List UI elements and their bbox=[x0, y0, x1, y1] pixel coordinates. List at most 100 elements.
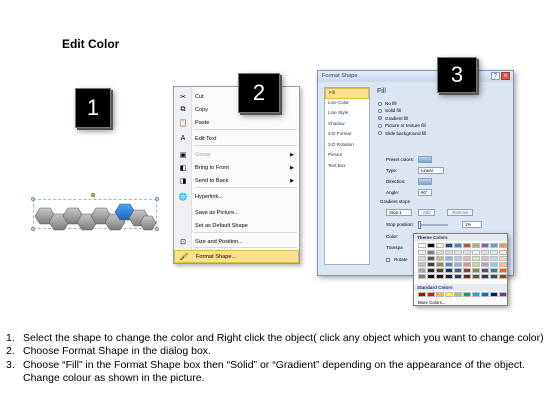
color-swatch[interactable] bbox=[445, 243, 453, 248]
stop-select[interactable]: Stop 1 bbox=[386, 209, 412, 216]
radio-icon[interactable] bbox=[378, 108, 382, 113]
color-swatch[interactable] bbox=[463, 292, 471, 297]
color-swatch[interactable] bbox=[481, 262, 489, 267]
color-swatch[interactable] bbox=[499, 268, 507, 273]
close-button[interactable]: ✕ bbox=[501, 72, 510, 80]
color-swatch[interactable] bbox=[427, 243, 435, 248]
color-swatch[interactable] bbox=[499, 262, 507, 267]
color-swatch[interactable] bbox=[472, 274, 480, 279]
context-menu-item[interactable]: 🖌 Format Shape... bbox=[174, 250, 299, 263]
color-swatch[interactable] bbox=[445, 250, 453, 255]
color-swatch[interactable] bbox=[454, 243, 462, 248]
color-swatch[interactable] bbox=[454, 262, 462, 267]
context-menu-item[interactable]: 🌐 Hyperlink... bbox=[174, 190, 299, 203]
stop-position-input[interactable]: 1% bbox=[461, 221, 482, 228]
add-stop-button[interactable]: Add bbox=[418, 209, 436, 216]
color-swatch[interactable] bbox=[499, 292, 507, 297]
color-swatch[interactable] bbox=[490, 243, 498, 248]
color-swatch[interactable] bbox=[490, 268, 498, 273]
color-swatch[interactable] bbox=[436, 250, 444, 255]
nav-item[interactable]: Line Style bbox=[325, 109, 369, 120]
rotation-handle[interactable] bbox=[91, 193, 95, 197]
nav-item[interactable]: Line Color bbox=[325, 99, 369, 110]
radio-icon[interactable] bbox=[378, 131, 382, 136]
radio-icon[interactable] bbox=[378, 116, 382, 121]
color-swatch[interactable] bbox=[445, 274, 453, 279]
fill-option[interactable]: Slide background fill bbox=[378, 131, 426, 136]
color-swatch[interactable] bbox=[418, 243, 426, 248]
color-swatch[interactable] bbox=[499, 250, 507, 255]
color-swatch[interactable] bbox=[427, 250, 435, 255]
color-swatch[interactable] bbox=[472, 262, 480, 267]
slider-knob[interactable] bbox=[417, 220, 421, 229]
color-swatch[interactable] bbox=[463, 274, 471, 279]
stop-position-slider[interactable] bbox=[417, 220, 448, 229]
color-swatch[interactable] bbox=[436, 256, 444, 261]
hexagon-chain-shape[interactable] bbox=[30, 199, 160, 233]
direction-dropdown[interactable] bbox=[418, 178, 432, 185]
color-swatch[interactable] bbox=[481, 243, 489, 248]
color-swatch[interactable] bbox=[481, 268, 489, 273]
more-colors-link[interactable]: More Colors... bbox=[418, 300, 446, 305]
color-swatch[interactable] bbox=[490, 274, 498, 279]
color-swatch[interactable] bbox=[472, 268, 480, 273]
color-swatch[interactable] bbox=[472, 250, 480, 255]
nav-item[interactable]: Fill bbox=[325, 88, 369, 99]
color-swatch[interactable] bbox=[418, 262, 426, 267]
color-swatch[interactable] bbox=[454, 274, 462, 279]
context-menu-item[interactable]: Save as Picture... bbox=[174, 206, 299, 219]
context-menu-item[interactable]: Set as Default Shape bbox=[174, 219, 299, 232]
color-swatch[interactable] bbox=[463, 262, 471, 267]
color-swatch[interactable] bbox=[427, 274, 435, 279]
color-swatch[interactable] bbox=[472, 292, 480, 297]
context-menu-item[interactable]: ◨ Send to Back ▶ bbox=[174, 174, 299, 187]
color-swatch[interactable] bbox=[436, 268, 444, 273]
nav-item[interactable]: Text Box bbox=[325, 162, 369, 173]
nav-item[interactable]: Picture bbox=[325, 151, 369, 162]
color-swatch[interactable] bbox=[454, 256, 462, 261]
context-menu-item[interactable]: ⧉ Copy bbox=[174, 103, 299, 116]
remove-stop-button[interactable]: Remove bbox=[447, 209, 474, 216]
radio-icon[interactable] bbox=[378, 123, 382, 128]
fill-option[interactable]: Picture or texture fill bbox=[378, 123, 426, 128]
color-swatch[interactable] bbox=[499, 243, 507, 248]
color-swatch[interactable] bbox=[481, 250, 489, 255]
context-menu-item[interactable]: A Edit Text bbox=[174, 132, 299, 145]
color-swatch[interactable] bbox=[427, 292, 435, 297]
color-swatch[interactable] bbox=[418, 274, 426, 279]
color-swatch[interactable] bbox=[418, 256, 426, 261]
color-swatch[interactable] bbox=[418, 292, 426, 297]
nav-item[interactable]: Shadow bbox=[325, 120, 369, 131]
type-select[interactable]: Linear bbox=[418, 167, 444, 174]
color-swatch[interactable] bbox=[490, 256, 498, 261]
color-swatch[interactable] bbox=[436, 292, 444, 297]
color-swatch[interactable] bbox=[418, 250, 426, 255]
context-menu-item[interactable]: 📋 Paste bbox=[174, 116, 299, 129]
color-swatch[interactable] bbox=[490, 292, 498, 297]
radio-icon[interactable] bbox=[378, 101, 382, 106]
color-swatch[interactable] bbox=[454, 268, 462, 273]
angle-input[interactable]: 90° bbox=[418, 189, 432, 196]
color-swatch[interactable] bbox=[454, 250, 462, 255]
color-swatch[interactable] bbox=[436, 243, 444, 248]
color-swatch[interactable] bbox=[472, 243, 480, 248]
color-swatch[interactable] bbox=[427, 256, 435, 261]
color-swatch[interactable] bbox=[445, 262, 453, 267]
help-button[interactable]: ? bbox=[491, 72, 500, 80]
color-swatch[interactable] bbox=[454, 292, 462, 297]
context-menu-item[interactable]: ✂ Cut bbox=[174, 90, 299, 103]
color-swatch[interactable] bbox=[481, 292, 489, 297]
fill-option[interactable]: No fill bbox=[378, 101, 397, 106]
color-swatch[interactable] bbox=[499, 274, 507, 279]
color-swatch[interactable] bbox=[472, 256, 480, 261]
color-swatch[interactable] bbox=[445, 268, 453, 273]
color-swatch[interactable] bbox=[463, 256, 471, 261]
color-swatch[interactable] bbox=[481, 256, 489, 261]
color-swatch[interactable] bbox=[436, 274, 444, 279]
rotate-checkbox[interactable] bbox=[386, 257, 390, 262]
color-swatch[interactable] bbox=[499, 256, 507, 261]
context-menu-item[interactable]: ◧ Bring to Front ▶ bbox=[174, 161, 299, 174]
preset-colors-dropdown[interactable] bbox=[418, 156, 433, 163]
color-swatch[interactable] bbox=[463, 268, 471, 273]
fill-option[interactable]: Solid fill bbox=[378, 108, 401, 113]
